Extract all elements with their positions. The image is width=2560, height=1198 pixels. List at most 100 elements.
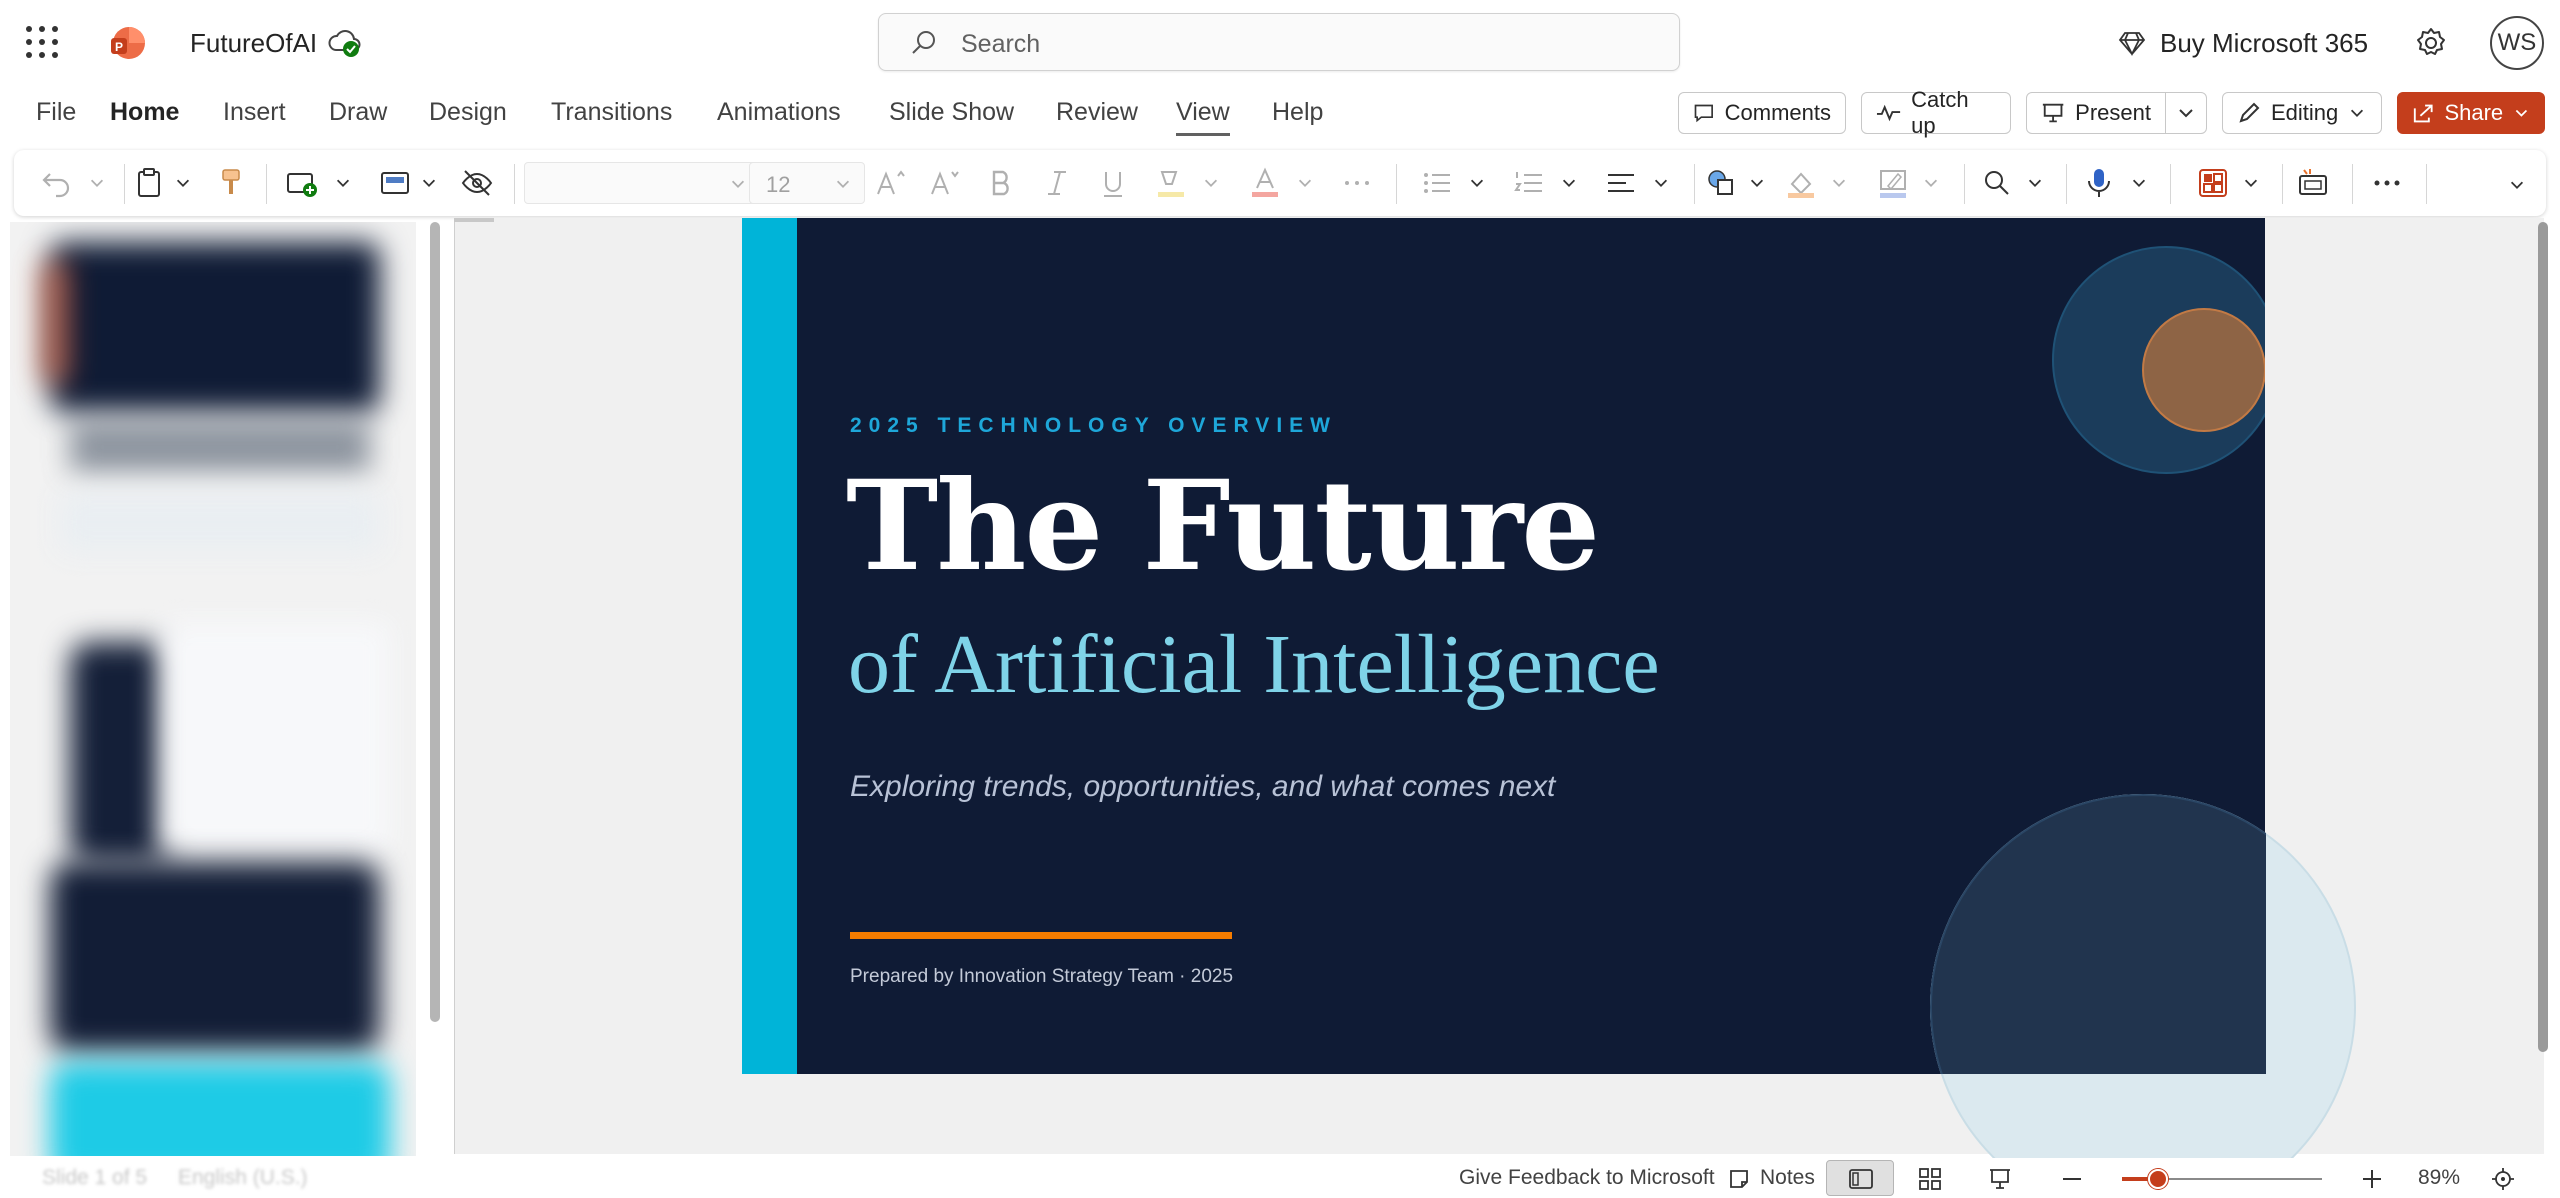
language-indicator[interactable]: English (U.S.) [178, 1166, 308, 1190]
tab-insert[interactable]: Insert [223, 98, 286, 127]
slide-byline[interactable]: Prepared by Innovation Strategy Team · 2… [850, 966, 1233, 988]
designer-dropdown-icon[interactable] [2242, 174, 2260, 192]
slide-thumbnail-2[interactable] [70, 642, 170, 862]
dictate-microphone-icon[interactable] [2082, 166, 2116, 200]
font-size-field[interactable]: 12 [749, 162, 865, 204]
paste-dropdown-icon[interactable] [174, 174, 192, 192]
app-launcher-icon[interactable] [26, 26, 58, 58]
italic-icon[interactable] [1040, 166, 1074, 200]
zoom-in-icon[interactable] [2360, 1167, 2384, 1191]
shape-fill-icon[interactable] [1784, 166, 1818, 200]
slide-thumbnail-4[interactable] [50, 1062, 390, 1156]
dictate-dropdown-icon[interactable] [2130, 174, 2148, 192]
hide-slide-icon[interactable] [460, 166, 494, 200]
numbering-icon[interactable] [1512, 166, 1546, 200]
slide-thumbnail-1[interactable] [50, 242, 380, 412]
tab-slide-show[interactable]: Slide Show [889, 98, 1014, 127]
zoom-slider-thumb[interactable] [2148, 1169, 2168, 1189]
designer-icon[interactable] [2196, 166, 2230, 200]
fit-to-window-icon[interactable] [2490, 1166, 2516, 1192]
align-icon[interactable] [1604, 166, 1638, 200]
expand-ribbon-icon[interactable] [2508, 176, 2526, 194]
comments-button[interactable]: Comments [1678, 92, 1846, 134]
tab-help[interactable]: Help [1272, 98, 1323, 127]
grow-font-icon[interactable] [874, 166, 908, 200]
notes-button[interactable]: Notes [1760, 1166, 1815, 1190]
share-button[interactable]: Share [2397, 92, 2545, 134]
present-button[interactable]: Present [2026, 92, 2166, 134]
shapes-dropdown-icon[interactable] [1748, 174, 1766, 192]
shape-fill-dropdown-icon[interactable] [1830, 174, 1848, 192]
tab-animations[interactable]: Animations [717, 98, 841, 127]
tab-design[interactable]: Design [429, 98, 507, 127]
avatar[interactable]: WS [2490, 16, 2544, 70]
more-options-icon[interactable] [2370, 166, 2404, 200]
bold-icon[interactable] [984, 166, 1018, 200]
zoom-level[interactable]: 89% [2418, 1166, 2460, 1190]
powerpoint-logo-icon[interactable]: P [108, 24, 146, 62]
status-bar: Slide 1 of 5 English (U.S.) Give Feedbac… [0, 1158, 2560, 1198]
more-font-options-icon[interactable] [1340, 166, 1374, 200]
slide-thumbnail-pane[interactable] [10, 222, 416, 1156]
new-slide-dropdown-icon[interactable] [334, 174, 352, 192]
paste-icon[interactable] [132, 166, 166, 200]
slide-show-view-icon[interactable] [1988, 1167, 2012, 1191]
bullets-icon[interactable] [1420, 166, 1454, 200]
canvas-scrollbar[interactable] [2538, 222, 2548, 1052]
tab-transitions[interactable]: Transitions [551, 98, 672, 127]
editing-mode-button[interactable]: Editing [2222, 92, 2382, 134]
normal-view-button[interactable] [1826, 1160, 1894, 1196]
tab-home[interactable]: Home [110, 98, 179, 127]
bullets-dropdown-icon[interactable] [1468, 174, 1486, 192]
gear-icon[interactable] [2412, 24, 2450, 62]
thumbnail-row [60, 492, 380, 552]
slide-eyebrow[interactable]: 2025 TECHNOLOGY OVERVIEW [850, 414, 1337, 438]
numbering-dropdown-icon[interactable] [1560, 174, 1578, 192]
underline-icon[interactable] [1096, 166, 1130, 200]
layout-icon[interactable] [378, 166, 412, 200]
highlight-dropdown-icon[interactable] [1202, 174, 1220, 192]
slide-thumbnail-3[interactable] [50, 862, 380, 1052]
zoom-slider[interactable] [2122, 1169, 2322, 1189]
feedback-link[interactable]: Give Feedback to Microsoft [1459, 1166, 1715, 1190]
align-dropdown-icon[interactable] [1652, 174, 1670, 192]
thumbnail-scrollbar[interactable] [430, 222, 440, 1022]
circle-inside-slide [1930, 794, 2266, 1074]
notes-icon[interactable] [1728, 1168, 1750, 1190]
tab-draw[interactable]: Draw [329, 98, 387, 127]
tab-view[interactable]: View [1176, 98, 1230, 136]
shape-outline-icon[interactable] [1876, 166, 1910, 200]
shrink-font-icon[interactable] [928, 166, 962, 200]
find-icon[interactable] [1980, 166, 2014, 200]
highlight-icon[interactable] [1154, 166, 1188, 200]
catch-up-button[interactable]: Catch up [1861, 87, 2011, 138]
slide-subtitle[interactable]: of Artificial Intelligence [848, 616, 1660, 713]
chevron-down-icon [2179, 109, 2193, 118]
zoom-out-icon[interactable] [2060, 1167, 2084, 1191]
slide-count: Slide 1 of 5 [42, 1166, 148, 1189]
format-painter-icon[interactable] [214, 166, 248, 200]
font-color-icon[interactable] [1248, 166, 1282, 200]
tab-file[interactable]: File [36, 98, 76, 127]
layout-dropdown-icon[interactable] [420, 174, 438, 192]
find-dropdown-icon[interactable] [2026, 174, 2044, 192]
font-name-field[interactable] [524, 162, 760, 204]
undo-icon[interactable] [40, 166, 74, 200]
document-title[interactable]: FutureOfAI [190, 28, 317, 59]
undo-dropdown-icon[interactable] [88, 174, 106, 192]
search-input[interactable]: Search [878, 13, 1680, 71]
slide-title[interactable]: The Future [846, 454, 1600, 599]
buy-microsoft-365-link[interactable]: Buy Microsoft 365 [2160, 28, 2368, 59]
shape-outline-dropdown-icon[interactable] [1922, 174, 1940, 192]
cloud-saved-icon[interactable] [327, 26, 363, 60]
search-icon [909, 28, 939, 58]
slide-sorter-icon[interactable] [1918, 1167, 1942, 1191]
shapes-icon[interactable] [1704, 166, 1738, 200]
tab-review[interactable]: Review [1056, 98, 1138, 127]
diamond-icon[interactable] [2118, 29, 2146, 57]
font-color-dropdown-icon[interactable] [1296, 174, 1314, 192]
copilot-slides-icon[interactable] [2296, 166, 2330, 200]
new-slide-icon[interactable] [284, 166, 318, 200]
slide-tagline[interactable]: Exploring trends, opportunities, and wha… [850, 770, 1555, 804]
present-options-button[interactable] [2165, 92, 2207, 134]
